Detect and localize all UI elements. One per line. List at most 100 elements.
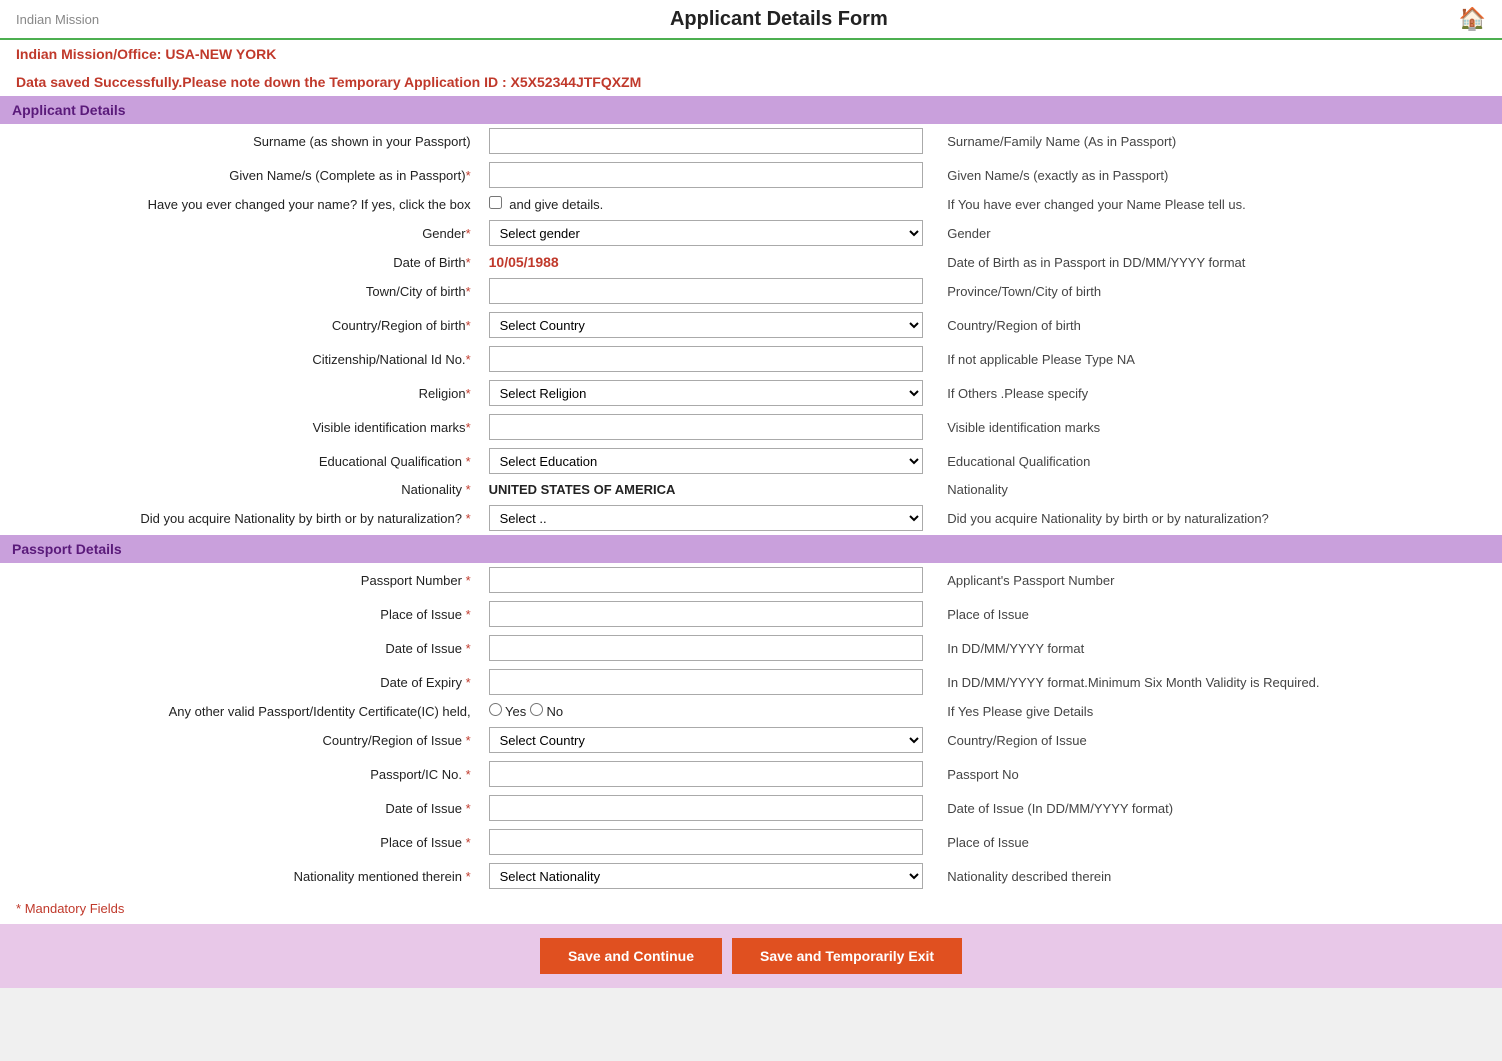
identification-marks-input-cell [481, 410, 932, 444]
education-row: Educational Qualification * Select Educa… [0, 444, 1502, 478]
country-issue-input-cell: Select Country USA India UK Canada [481, 723, 932, 757]
date-expiry-input[interactable] [489, 669, 924, 695]
identification-marks-hint: Visible identification marks [931, 410, 1502, 444]
citizenship-input-cell [481, 342, 932, 376]
nationality-value-cell: UNITED STATES OF AMERICA [481, 478, 932, 501]
religion-hint: If Others .Please specify [931, 376, 1502, 410]
success-text: Data saved Successfully.Please note down… [16, 74, 507, 90]
name-changed-input-cell: and give details. [481, 192, 932, 216]
name-changed-checkbox[interactable] [489, 196, 502, 209]
date-issue-ic-input-cell [481, 791, 932, 825]
dob-value-cell: 10/05/1988 [481, 250, 932, 274]
givenname-label: Given Name/s (Complete as in Passport)* [0, 158, 481, 192]
surname-input-cell [481, 124, 932, 158]
place-issue-ic-hint: Place of Issue [931, 825, 1502, 859]
place-issue-ic-row: Place of Issue * Place of Issue [0, 825, 1502, 859]
gender-select[interactable]: Select gender Male Female Other [489, 220, 924, 246]
citizenship-label: Citizenship/National Id No.* [0, 342, 481, 376]
identification-marks-row: Visible identification marks* Visible id… [0, 410, 1502, 444]
passport-number-hint: Applicant's Passport Number [931, 563, 1502, 597]
country-birth-hint: Country/Region of birth [931, 308, 1502, 342]
gender-hint: Gender [931, 216, 1502, 250]
save-continue-button[interactable]: Save and Continue [540, 938, 722, 974]
surname-hint: Surname/Family Name (As in Passport) [931, 124, 1502, 158]
date-issue-row: Date of Issue * In DD/MM/YYYY format [0, 631, 1502, 665]
nationality-hint: Nationality [931, 478, 1502, 501]
gender-label: Gender* [0, 216, 481, 250]
passport-number-row: Passport Number * Applicant's Passport N… [0, 563, 1502, 597]
citizenship-input[interactable] [489, 346, 924, 372]
mission-value: USA-NEW YORK [165, 46, 276, 62]
passport-number-input[interactable] [489, 567, 924, 593]
other-passport-row: Any other valid Passport/Identity Certif… [0, 699, 1502, 723]
date-issue-label: Date of Issue * [0, 631, 481, 665]
citizenship-row: Citizenship/National Id No.* If not appl… [0, 342, 1502, 376]
town-birth-input[interactable] [489, 278, 924, 304]
mandatory-asterisk: * [16, 901, 21, 916]
nationality-acquisition-hint: Did you acquire Nationality by birth or … [931, 501, 1502, 535]
education-input-cell: Select Education Below Matriculation Mat… [481, 444, 932, 478]
country-birth-label: Country/Region of birth* [0, 308, 481, 342]
passport-ic-input[interactable] [489, 761, 924, 787]
passport-ic-input-cell [481, 757, 932, 791]
religion-input-cell: Select Religion Hindu Muslim Christian S… [481, 376, 932, 410]
surname-row: Surname (as shown in your Passport) Surn… [0, 124, 1502, 158]
date-issue-ic-input[interactable] [489, 795, 924, 821]
applicant-details-table: Surname (as shown in your Passport) Surn… [0, 124, 1502, 535]
religion-select[interactable]: Select Religion Hindu Muslim Christian S… [489, 380, 924, 406]
date-issue-hint: In DD/MM/YYYY format [931, 631, 1502, 665]
givenname-row: Given Name/s (Complete as in Passport)* … [0, 158, 1502, 192]
country-birth-input-cell: Select Country USA India UK Canada [481, 308, 932, 342]
country-issue-select[interactable]: Select Country USA India UK Canada [489, 727, 924, 753]
place-issue-input[interactable] [489, 601, 924, 627]
date-issue-ic-label: Date of Issue * [0, 791, 481, 825]
identification-marks-input[interactable] [489, 414, 924, 440]
education-label: Educational Qualification * [0, 444, 481, 478]
place-issue-ic-input[interactable] [489, 829, 924, 855]
place-issue-hint: Place of Issue [931, 597, 1502, 631]
nationality-value: UNITED STATES OF AMERICA [489, 482, 676, 497]
givenname-hint: Given Name/s (exactly as in Passport) [931, 158, 1502, 192]
date-issue-input[interactable] [489, 635, 924, 661]
citizenship-hint: If not applicable Please Type NA [931, 342, 1502, 376]
country-issue-hint: Country/Region of Issue [931, 723, 1502, 757]
country-birth-select[interactable]: Select Country USA India UK Canada [489, 312, 924, 338]
date-expiry-hint: In DD/MM/YYYY format.Minimum Six Month V… [931, 665, 1502, 699]
religion-label: Religion* [0, 376, 481, 410]
passport-details-table: Passport Number * Applicant's Passport N… [0, 563, 1502, 893]
passport-ic-row: Passport/IC No. * Passport No [0, 757, 1502, 791]
nationality-therein-select[interactable]: Select Nationality American Indian Briti… [489, 863, 924, 889]
surname-input[interactable] [489, 128, 924, 154]
country-issue-row: Country/Region of Issue * Select Country… [0, 723, 1502, 757]
gender-input-cell: Select gender Male Female Other [481, 216, 932, 250]
nationality-therein-row: Nationality mentioned therein * Select N… [0, 859, 1502, 893]
gender-row: Gender* Select gender Male Female Other … [0, 216, 1502, 250]
home-icon[interactable]: 🏠 [1459, 6, 1486, 32]
town-birth-input-cell [481, 274, 932, 308]
education-select[interactable]: Select Education Below Matriculation Mat… [489, 448, 924, 474]
place-issue-ic-label: Place of Issue * [0, 825, 481, 859]
identification-marks-label: Visible identification marks* [0, 410, 481, 444]
passport-number-label: Passport Number * [0, 563, 481, 597]
surname-label: Surname (as shown in your Passport) [0, 124, 481, 158]
date-issue-ic-row: Date of Issue * Date of Issue (In DD/MM/… [0, 791, 1502, 825]
dob-value: 10/05/1988 [489, 254, 559, 270]
other-passport-no-radio[interactable] [530, 703, 543, 716]
save-exit-button[interactable]: Save and Temporarily Exit [732, 938, 962, 974]
dob-row: Date of Birth* 10/05/1988 Date of Birth … [0, 250, 1502, 274]
name-changed-label: Have you ever changed your name? If yes,… [0, 192, 481, 216]
givenname-input[interactable] [489, 162, 924, 188]
other-passport-no-label: No [530, 704, 563, 719]
other-passport-hint: If Yes Please give Details [931, 699, 1502, 723]
mission-label: Indian Mission/Office: [16, 46, 161, 62]
nationality-acquisition-select[interactable]: Select .. By Birth By Naturalization [489, 505, 924, 531]
town-birth-hint: Province/Town/City of birth [931, 274, 1502, 308]
date-expiry-label: Date of Expiry * [0, 665, 481, 699]
success-message-bar: Data saved Successfully.Please note down… [0, 68, 1502, 96]
country-issue-label: Country/Region of Issue * [0, 723, 481, 757]
other-passport-yes-radio[interactable] [489, 703, 502, 716]
nationality-row: Nationality * UNITED STATES OF AMERICA N… [0, 478, 1502, 501]
place-issue-input-cell [481, 597, 932, 631]
date-expiry-input-cell [481, 665, 932, 699]
nationality-therein-hint: Nationality described therein [931, 859, 1502, 893]
